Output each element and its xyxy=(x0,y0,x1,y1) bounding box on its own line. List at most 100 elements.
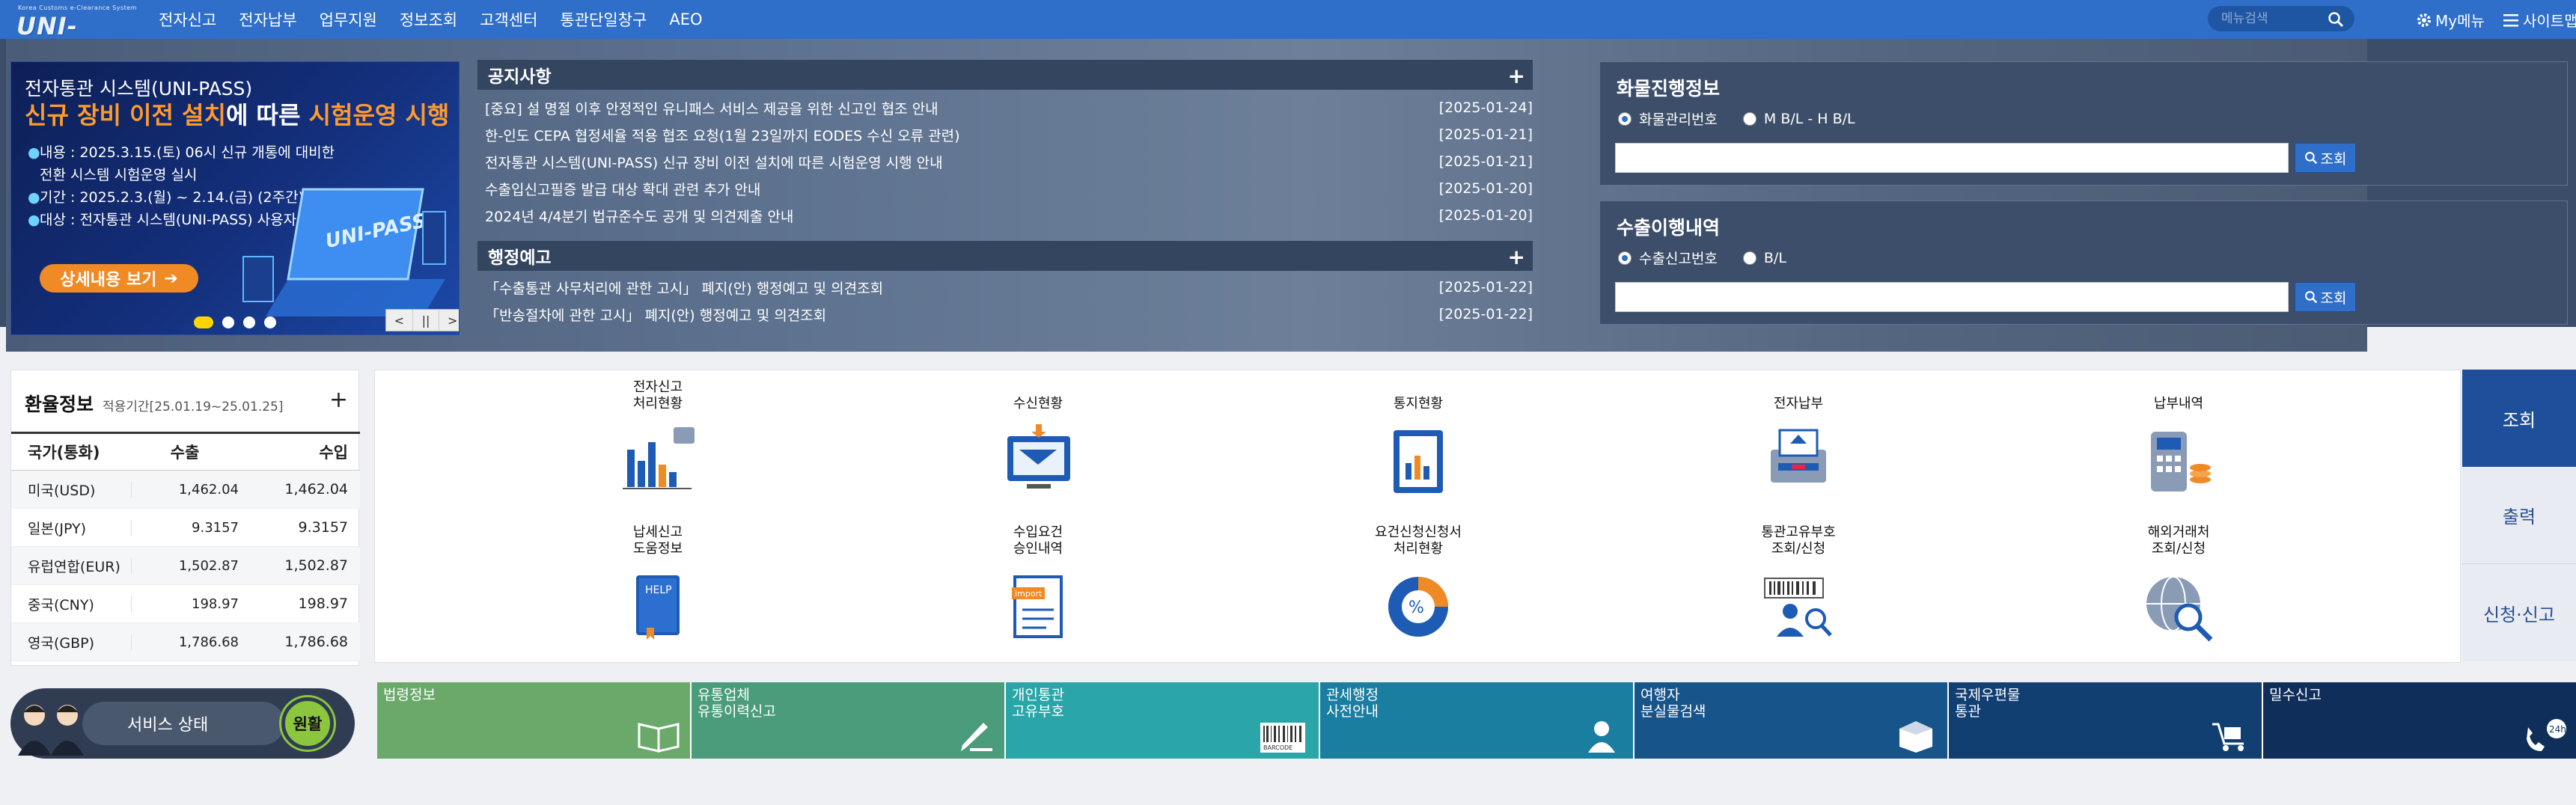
export-number-input[interactable] xyxy=(1615,282,2289,312)
cargo-tracking-panel: 화물진행정보 화물관리번호 M B/L - H B/L 조회 xyxy=(1599,61,2568,186)
banner-dot-2[interactable] xyxy=(222,316,234,328)
nav-single-window[interactable]: 통관단일창구 xyxy=(560,8,647,31)
exchange-row: 일본(JPY) 9.3157 9.3157 xyxy=(11,509,360,547)
quick-link-law[interactable]: 법령정보 xyxy=(377,682,692,759)
main-nav: 전자신고 전자납부 업무지원 정보조회 고객센터 통관단일창구 AEO xyxy=(159,0,725,39)
percent-chart-icon: % xyxy=(1388,577,1448,637)
help-book-icon: HELP xyxy=(636,575,680,640)
admin-notice-item[interactable]: 「반송절차에 관한 고시」 폐지(안) 행정예고 및 의견조회 [2025-01-… xyxy=(485,301,1533,328)
banner-dot-3[interactable] xyxy=(243,316,255,328)
banner-controls: < || > xyxy=(385,309,459,331)
banner-next-button[interactable]: > xyxy=(439,310,459,331)
menu-search-input[interactable] xyxy=(2220,8,2325,29)
service-requirement-status[interactable]: 요건신청신청서 처리현황 % xyxy=(1306,524,1530,650)
gear-icon xyxy=(2417,13,2431,27)
mail-monitor-icon xyxy=(1007,424,1070,489)
book-icon xyxy=(638,723,680,753)
service-tax-help[interactable]: 납세신고 도움정보 HELP xyxy=(546,524,770,650)
exchange-rate-panel: 환율정보 적용기간[25.01.19~25.01.25] + 국가(통화) 수출… xyxy=(10,370,360,666)
service-status-label: 서비스 상태 xyxy=(82,702,284,745)
quick-link-advance-guide[interactable]: 관세행정 사전안내 xyxy=(1320,682,1635,759)
nav-e-payment[interactable]: 전자납부 xyxy=(239,8,296,31)
banner-detail-button[interactable]: 상세내용 보기 ➔ xyxy=(40,264,198,293)
svg-text:%: % xyxy=(1408,599,1424,617)
banner-headline: 신규 장비 이전 설치에 따른 시험운영 시행 안내 xyxy=(25,101,459,129)
nav-customer-center[interactable]: 고객센터 xyxy=(480,8,537,31)
globe-search-icon xyxy=(2146,576,2213,642)
laptop-illustration: UNI-PASS xyxy=(242,188,446,316)
banner-dot-4[interactable] xyxy=(264,316,276,328)
sitemap-link[interactable]: 사이트맵 xyxy=(2503,9,2576,31)
person-icon xyxy=(1588,721,1615,753)
cargo-radio-bl[interactable] xyxy=(1742,111,1756,126)
exchange-more-button[interactable]: + xyxy=(329,387,348,413)
tab-output[interactable]: 출력 xyxy=(2462,467,2576,564)
exchange-row: 미국(USD) 1,462.04 1,462.04 xyxy=(11,471,360,509)
quick-link-intl-mail[interactable]: 국제우편물 통관 xyxy=(1949,682,2263,759)
import-doc-icon: import xyxy=(1012,575,1063,638)
admin-notice-more-button[interactable]: + xyxy=(1508,245,1525,269)
export-tracking-panel: 수출이행내역 수출신고번호 B/L 조회 xyxy=(1599,201,2568,325)
notice-item[interactable]: [중요] 설 명절 이후 안정적인 유니패스 서비스 제공을 위한 신고인 협조… xyxy=(485,94,1533,121)
service-status-value: 원활 xyxy=(281,697,334,750)
notice-item[interactable]: 전자통관 시스템(UNI-PASS) 신규 장비 이전 설치에 따른 시험운영 … xyxy=(485,148,1533,175)
export-search-button[interactable]: 조회 xyxy=(2295,282,2356,312)
service-status: 서비스 상태 원활 xyxy=(10,688,355,759)
service-receipt-status[interactable]: 수신현황 xyxy=(926,379,1150,505)
banner-pause-button[interactable]: || xyxy=(413,310,440,331)
tab-apply[interactable]: 신청·신고 xyxy=(2462,564,2576,661)
notice-item[interactable]: 한-인도 CEPA 협정세율 적용 협조 요청(1월 23일까지 EODES 수… xyxy=(485,121,1533,148)
cargo-search-button[interactable]: 조회 xyxy=(2295,143,2356,173)
quick-link-smuggling-report[interactable]: 밀수신고 24h xyxy=(2263,682,2576,759)
quick-link-lost-found[interactable]: 여행자 분실물검색 xyxy=(1635,682,1949,759)
main-banner[interactable]: 전자통관 시스템(UNI-PASS) 신규 장비 이전 설치에 따른 시험운영 … xyxy=(10,61,460,335)
notice-more-button[interactable]: + xyxy=(1508,64,1525,88)
notice-header: 공지사항 + xyxy=(477,60,1533,90)
exchange-period: 적용기간[25.01.19~25.01.25] xyxy=(103,400,284,414)
service-overseas-partner[interactable]: 해외거래처 조회/신청 xyxy=(2066,524,2291,650)
svg-text:BARCODE: BARCODE xyxy=(1263,744,1292,751)
chart-icon xyxy=(623,427,695,489)
quick-link-distribution[interactable]: 유통업체 유통이력신고 xyxy=(692,682,1006,759)
payment-terminal-icon xyxy=(1771,429,1826,483)
notice-item[interactable]: 2024년 4/4분기 법규준수도 공개 및 의견제출 안내 [2025-01-2… xyxy=(485,202,1533,229)
exchange-title: 환율정보 xyxy=(25,394,94,415)
export-radio-bl[interactable] xyxy=(1742,251,1756,265)
cargo-tracking-title: 화물진행정보 xyxy=(1617,78,1721,100)
admin-notice-header: 행정예고 + xyxy=(477,241,1533,271)
cargo-radio-mgmt-no[interactable] xyxy=(1618,111,1632,126)
service-import-approval[interactable]: 수입요건 승인내역 import xyxy=(926,524,1150,650)
my-menu-link[interactable]: My메뉴 xyxy=(2416,9,2485,31)
pencil-icon xyxy=(961,723,992,751)
banner-dot-1[interactable] xyxy=(194,316,213,328)
service-customs-id[interactable]: 통관고유부호 조회/신청 xyxy=(1686,524,1911,650)
service-e-filing-status[interactable]: 전자신고 처리현황 xyxy=(546,379,770,505)
my-menu-label: My메뉴 xyxy=(2435,12,2485,30)
cargo-number-input[interactable] xyxy=(1615,143,2289,173)
service-payment-history[interactable]: 납부내역 xyxy=(2066,379,2291,505)
service-e-payment[interactable]: 전자납부 xyxy=(1686,379,1911,505)
service-notice-status[interactable]: 통지현황 xyxy=(1306,379,1530,505)
admin-notice-title: 행정예고 xyxy=(488,248,552,268)
calculator-icon xyxy=(2151,432,2211,492)
unipass-logo[interactable]: Korea Customs e-Clearance System UNI-PAS… xyxy=(10,4,136,69)
banner-prev-button[interactable]: < xyxy=(386,310,413,331)
nav-e-filing[interactable]: 전자신고 xyxy=(159,8,216,31)
notice-item[interactable]: 수출입신고필증 발급 대상 확대 관련 추가 안내 [2025-01-20] xyxy=(485,175,1533,202)
tab-inquiry[interactable]: 조회 xyxy=(2462,370,2576,467)
nav-aeo[interactable]: AEO xyxy=(669,10,702,28)
nav-work-support[interactable]: 업무지원 xyxy=(320,8,377,31)
phone-24h-icon: 24h xyxy=(2527,719,2566,751)
export-radio-decl-no[interactable] xyxy=(1618,251,1632,265)
exchange-row: 중국(CNY) 198.97 198.97 xyxy=(11,585,360,623)
quick-link-personal-customs[interactable]: 개인통관 고유부호 BARCODE xyxy=(1006,682,1320,759)
search-icon[interactable] xyxy=(2328,11,2344,28)
quick-links: 법령정보 유통업체 유통이력신고 개인통관 고유부호 BARCODE 관세행정 사전안… xyxy=(377,682,2576,759)
cart-icon xyxy=(2212,723,2244,751)
admin-notice-item[interactable]: 「수출통관 사무처리에 관한 고시」 폐지(안) 행정예고 및 의견조회 [202… xyxy=(485,274,1533,301)
search-icon xyxy=(2304,152,2317,165)
header: Korea Customs e-Clearance System UNI-PAS… xyxy=(0,0,2576,69)
notice-title: 공지사항 xyxy=(488,67,552,87)
exchange-row: 영국(GBP) 1,786.68 1,786.68 xyxy=(11,623,360,661)
nav-info-lookup[interactable]: 정보조회 xyxy=(400,8,457,31)
